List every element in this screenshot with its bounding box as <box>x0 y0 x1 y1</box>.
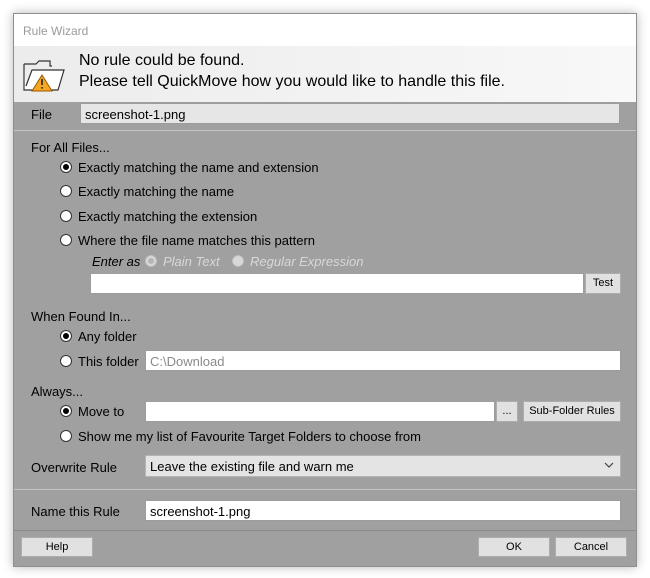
overwrite-rule-dropdown[interactable]: Leave the existing file and warn me <box>145 455 621 477</box>
radio-plain-text[interactable] <box>145 255 157 267</box>
radio-regular-expression[interactable] <box>232 255 244 267</box>
window-title: Rule Wizard <box>23 24 89 38</box>
option-pattern-label: Where the file name matches this pattern <box>78 233 316 248</box>
radio-extension-only[interactable] <box>60 210 72 222</box>
plain-text-label: Plain Text <box>163 254 220 269</box>
move-to-input[interactable] <box>145 401 495 422</box>
ok-button[interactable]: OK <box>478 537 550 557</box>
this-folder-label: This folder <box>78 354 139 369</box>
file-name-value: screenshot-1.png <box>85 107 186 122</box>
radio-pattern[interactable] <box>60 234 72 246</box>
header-message-line2: Please tell QuickMove how you would like… <box>79 73 505 90</box>
overwrite-rule-value: Leave the existing file and warn me <box>150 459 354 474</box>
radio-name-only[interactable] <box>60 185 72 197</box>
help-button[interactable]: Help <box>21 537 93 557</box>
sub-folder-rules-button[interactable]: Sub-Folder Rules <box>523 401 621 422</box>
chevron-down-icon <box>604 462 614 468</box>
test-button[interactable]: Test <box>585 273 621 294</box>
divider <box>14 530 636 531</box>
file-name-field[interactable]: screenshot-1.png <box>80 103 620 124</box>
divider <box>14 130 636 131</box>
option-extension-only-label: Exactly matching the extension <box>78 209 258 224</box>
header-banner: No rule could be found. Please tell Quic… <box>14 46 636 102</box>
folder-warning-icon <box>23 60 65 92</box>
pattern-input[interactable] <box>90 273 584 294</box>
radio-move-to[interactable] <box>60 405 72 417</box>
option-name-and-extension-label: Exactly matching the name and extension <box>78 160 319 175</box>
rule-wizard-dialog: Rule Wizard No rule could be found. Plea… <box>13 13 637 567</box>
rule-name-value: screenshot-1.png <box>150 504 251 519</box>
radio-any-folder[interactable] <box>60 330 72 342</box>
always-heading: Always... <box>31 384 84 399</box>
rule-name-input[interactable]: screenshot-1.png <box>145 500 621 521</box>
enter-as-label: Enter as <box>92 254 141 269</box>
favourites-label: Show me my list of Favourite Target Fold… <box>78 429 421 444</box>
when-found-in-heading: When Found In... <box>31 309 131 324</box>
cancel-button[interactable]: Cancel <box>555 537 627 557</box>
regular-expression-label: Regular Expression <box>250 254 364 269</box>
file-label: File <box>31 107 52 122</box>
this-folder-input[interactable]: C:\Download <box>145 350 621 371</box>
move-to-label: Move to <box>78 404 125 419</box>
overwrite-rule-label: Overwrite Rule <box>31 460 117 475</box>
radio-this-folder[interactable] <box>60 355 72 367</box>
name-rule-label: Name this Rule <box>31 504 120 519</box>
radio-name-and-extension[interactable] <box>60 161 72 173</box>
for-all-files-heading: For All Files... <box>31 140 110 155</box>
radio-favourites[interactable] <box>60 430 72 442</box>
divider <box>14 489 636 490</box>
this-folder-placeholder: C:\Download <box>150 354 225 369</box>
header-message-line1: No rule could be found. <box>79 52 245 69</box>
any-folder-label: Any folder <box>78 329 137 344</box>
option-name-only-label: Exactly matching the name <box>78 184 235 199</box>
title-bar[interactable]: Rule Wizard <box>14 14 636 46</box>
browse-button[interactable]: ... <box>496 401 518 422</box>
